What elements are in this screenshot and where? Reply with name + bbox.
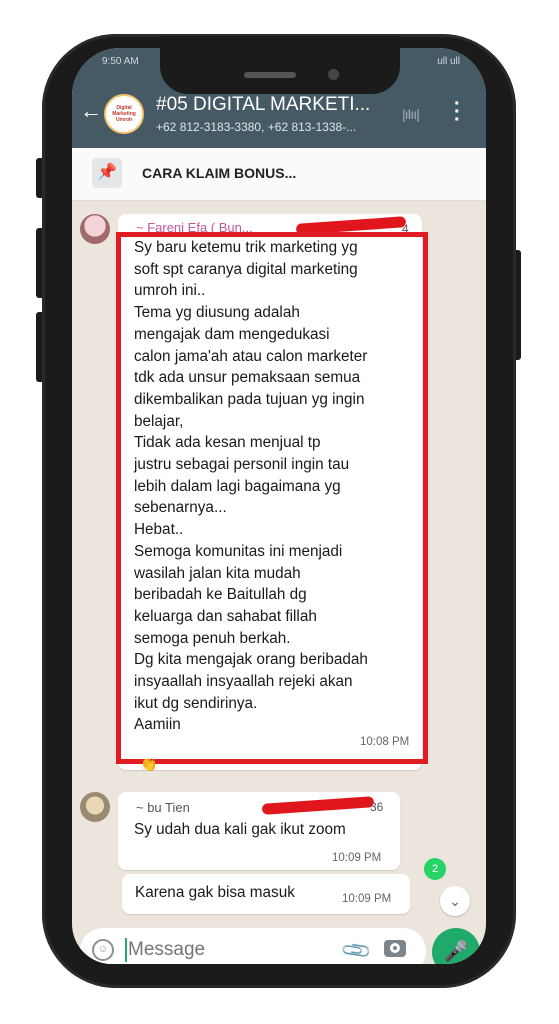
scroll-down-button[interactable]: ⌄	[440, 886, 470, 916]
phone-notch	[160, 36, 400, 94]
front-camera	[328, 69, 339, 80]
avatar[interactable]	[80, 214, 110, 244]
camera-icon[interactable]	[384, 940, 406, 957]
voice-chat-icon[interactable]: |ıIıı|	[402, 106, 420, 122]
message-text: Karena gak bisa masuk	[135, 884, 295, 901]
mic-button[interactable]: 🎤	[432, 928, 480, 964]
attach-icon[interactable]: 📎	[339, 933, 374, 964]
group-avatar-text: Digital Marketing Umroh	[112, 105, 136, 123]
sender-phone: 36	[370, 800, 384, 814]
message-sender: ~ bu Tien	[136, 800, 190, 815]
message-time: 10:09 PM	[332, 852, 382, 864]
message-time: 10:09 PM	[342, 893, 392, 905]
chat-screen: 9:50 AM ull ull ← Digital Marketing Umro…	[72, 48, 486, 964]
group-avatar[interactable]: Digital Marketing Umroh	[104, 94, 144, 134]
group-members: +62 812-3183-3380, +62 813-1338-...	[156, 120, 357, 134]
group-title[interactable]: #05 DIGITAL MARKETI...	[156, 94, 370, 116]
message-text: Sy udah dua kali gak ikut zoom	[134, 821, 346, 838]
pin-icon: 📌	[92, 158, 122, 188]
message-input[interactable]	[126, 938, 330, 962]
reaction-emoji[interactable]: 👏	[140, 756, 157, 773]
avatar[interactable]	[80, 792, 110, 822]
status-icons: ull ull	[437, 56, 460, 67]
status-time: 9:50 AM	[102, 56, 139, 67]
unread-count-badge: 2	[424, 858, 446, 880]
highlight-box	[116, 232, 428, 764]
message-composer: ☺ 📎	[80, 928, 426, 964]
speaker-grille	[244, 72, 296, 78]
pinned-message-bar[interactable]: 📌 CARA KLAIM BONUS...	[72, 148, 486, 201]
more-options-icon[interactable]: · · ·	[454, 94, 461, 130]
back-arrow-icon[interactable]: ←	[80, 98, 102, 124]
pinned-message-text: CARA KLAIM BONUS...	[142, 165, 297, 181]
emoji-icon[interactable]: ☺	[92, 939, 114, 961]
